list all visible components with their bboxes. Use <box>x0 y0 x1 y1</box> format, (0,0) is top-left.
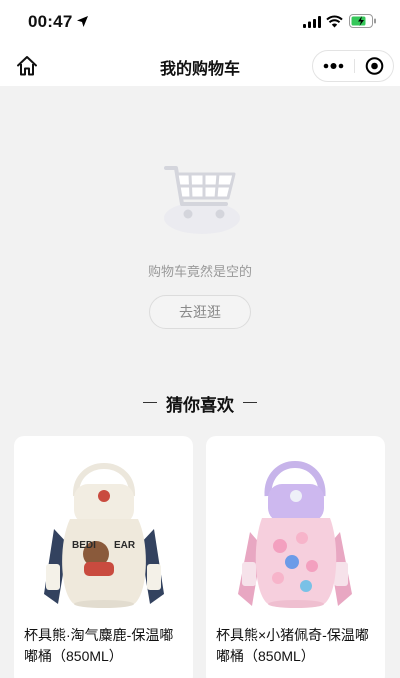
recommend-title: 猜你喜欢 <box>166 396 234 415</box>
product-card[interactable]: 杯具熊×小猪佩奇-保温嘟嘟桶（850ML） <box>206 436 385 678</box>
target-close-icon[interactable] <box>355 51 394 81</box>
shopping-cart-icon <box>164 166 240 234</box>
location-arrow-icon <box>77 16 88 27</box>
browse-button[interactable]: 去逛逛 <box>149 295 251 329</box>
status-time: 00:47 <box>28 12 73 31</box>
wifi-icon <box>326 15 343 28</box>
pink-peppa-bottle-image <box>238 461 352 608</box>
mini-program-capsule <box>312 50 394 82</box>
product-name: 杯具熊·淘气麋鹿-保温嘟嘟桶（850ML） <box>24 627 174 664</box>
svg-text:BEDI: BEDI <box>72 540 96 551</box>
product-name: 杯具熊×小猪佩奇-保温嘟嘟桶（850ML） <box>216 627 369 664</box>
recommend-header: 猜你喜欢 <box>0 390 400 415</box>
battery-icon <box>349 14 376 28</box>
svg-text:EAR: EAR <box>114 540 136 551</box>
signal-icon <box>303 16 321 28</box>
nav-bar: 我的购物车 <box>0 44 400 86</box>
empty-cart-message: 购物车竟然是空的 <box>147 264 252 279</box>
status-bar: 00:47 <box>0 0 400 44</box>
divider-line-right <box>243 402 257 403</box>
more-dots-icon[interactable] <box>313 51 354 81</box>
product-card[interactable]: BEDI EAR 杯具熊·淘气麋鹿-保温嘟嘟桶（850ML） <box>14 436 193 678</box>
white-bear-bottle-image: BEDI EAR <box>44 463 164 608</box>
